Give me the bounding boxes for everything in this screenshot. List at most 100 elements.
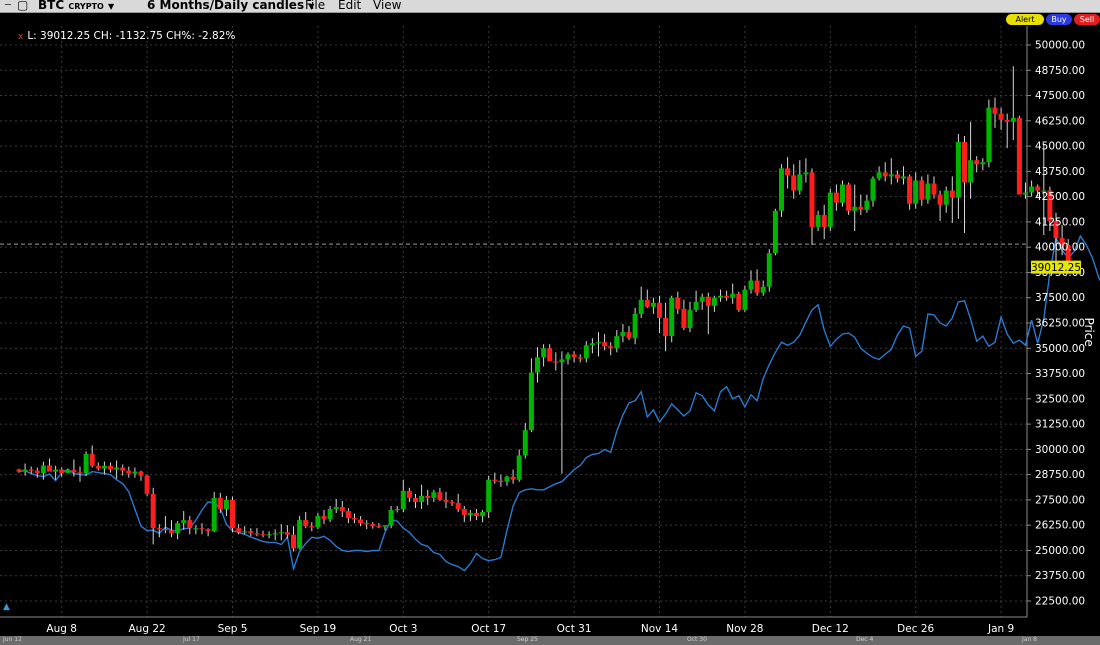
candle-body [766, 253, 772, 287]
menu-view[interactable]: View [373, 0, 401, 12]
zoom-icon[interactable]: ▲ [3, 602, 10, 612]
candle-body [882, 172, 888, 177]
price-chart[interactable]: 22500.00 23750.00 25000.00 26250.00 27500.00… [0, 26, 1100, 636]
overview-date-label: Jul 17 [183, 636, 200, 643]
candle-body [675, 297, 681, 309]
candle-body [162, 529, 168, 531]
candle-body [901, 176, 906, 179]
date-tick-label: Nov 14 [641, 623, 679, 635]
candle-body [962, 142, 967, 183]
candle-body [16, 469, 22, 472]
candle-body [492, 479, 498, 481]
candle-body [547, 348, 553, 362]
candle-body [345, 511, 351, 519]
symbol-selector[interactable]: BTC CRYPTO ▼ [38, 0, 114, 12]
candle-body [181, 520, 187, 524]
candle-body [467, 512, 473, 516]
candle-body [504, 476, 510, 482]
close-info-icon[interactable]: x [18, 32, 23, 42]
candle-body [254, 533, 260, 535]
candle-body [211, 497, 217, 532]
price-tick-label: 23750.00 [1035, 570, 1085, 582]
candle-body [541, 348, 547, 358]
overview-date-label: Jun 12 [3, 636, 22, 643]
candle-body [150, 493, 156, 529]
candle-body [815, 214, 821, 227]
candle-body [333, 506, 339, 510]
candle-body [297, 520, 303, 549]
overview-date-label: Sep 25 [517, 636, 538, 643]
menu-file[interactable]: File [305, 0, 325, 12]
candle-body [913, 180, 919, 204]
candle-body [791, 175, 797, 191]
candle-body [681, 308, 687, 329]
sell-button[interactable]: Sell [1074, 14, 1100, 25]
candle-body [303, 520, 309, 527]
candle-body [443, 499, 449, 502]
period-selector[interactable]: 6 Months/Daily candles ▼ [147, 0, 314, 12]
candle-body [138, 471, 144, 476]
menu-bar: ─ ▢ BTC CRYPTO ▼ 6 Months/Daily candles … [0, 0, 1100, 13]
candle-body [1004, 119, 1010, 122]
candle-body [644, 299, 650, 307]
candle-body [870, 178, 876, 201]
candle-body [394, 509, 400, 511]
candle-body [846, 184, 852, 211]
candle-body [833, 192, 839, 203]
candle-body [53, 469, 59, 472]
candle-body [339, 506, 345, 512]
date-tick-label: Sep 19 [300, 623, 337, 635]
candle-body [632, 313, 638, 339]
candle-body [797, 174, 803, 191]
candle-body [565, 354, 571, 360]
candle-body [382, 525, 388, 527]
candle-body [809, 172, 815, 227]
candle-body [327, 509, 333, 520]
overview-date-label: Aug 21 [350, 636, 372, 643]
alert-button[interactable]: Alert [1006, 14, 1044, 25]
candle-body [400, 490, 406, 510]
candle-body [474, 512, 479, 517]
candle-body [223, 499, 229, 510]
overview-scrollbar[interactable]: Jun 12 Jul 17 Aug 21 Sep 25 Oct 30 Dec 4 Jan 8 [0, 636, 1100, 645]
candle-body [968, 160, 974, 183]
candle-body [608, 346, 614, 349]
candle-body [711, 297, 717, 306]
candle-body [943, 190, 949, 205]
candle-body [77, 472, 83, 474]
candle-body [230, 499, 235, 529]
candle-body [114, 467, 120, 470]
buy-button[interactable]: Buy [1046, 14, 1072, 25]
candle-body [278, 532, 284, 534]
candle-body [1029, 186, 1035, 193]
candle-body [724, 295, 730, 298]
candle-body [193, 528, 199, 530]
date-tick-label: Oct 31 [557, 623, 592, 635]
candle-body [260, 534, 266, 536]
price-tick-label: 40000.00 [1035, 242, 1085, 254]
candle-body [1016, 117, 1022, 195]
candle-body [638, 299, 644, 314]
lock-icon[interactable]: ▢ [17, 0, 28, 12]
candle-body [705, 296, 711, 306]
candle-body [461, 509, 467, 516]
date-tick-label: Aug 8 [46, 623, 77, 635]
candle-body [840, 184, 845, 203]
price-tick-label: 30000.00 [1035, 444, 1085, 456]
candle-body [760, 286, 766, 293]
candle-body [522, 430, 528, 456]
candle-body [455, 502, 461, 510]
candle-body [772, 210, 778, 254]
candle-body [571, 354, 577, 358]
menu-edit[interactable]: Edit [338, 0, 361, 12]
candle-body [205, 529, 211, 532]
candle-body [425, 495, 431, 498]
date-tick-label: Aug 22 [128, 623, 165, 635]
candle-body [931, 183, 937, 195]
overview-date-label: Oct 30 [687, 636, 707, 643]
candle-body [406, 490, 412, 498]
candle-body [998, 113, 1004, 120]
minimize-icon[interactable]: ─ [5, 1, 11, 11]
candle-body [687, 309, 693, 329]
candle-body [754, 280, 760, 293]
